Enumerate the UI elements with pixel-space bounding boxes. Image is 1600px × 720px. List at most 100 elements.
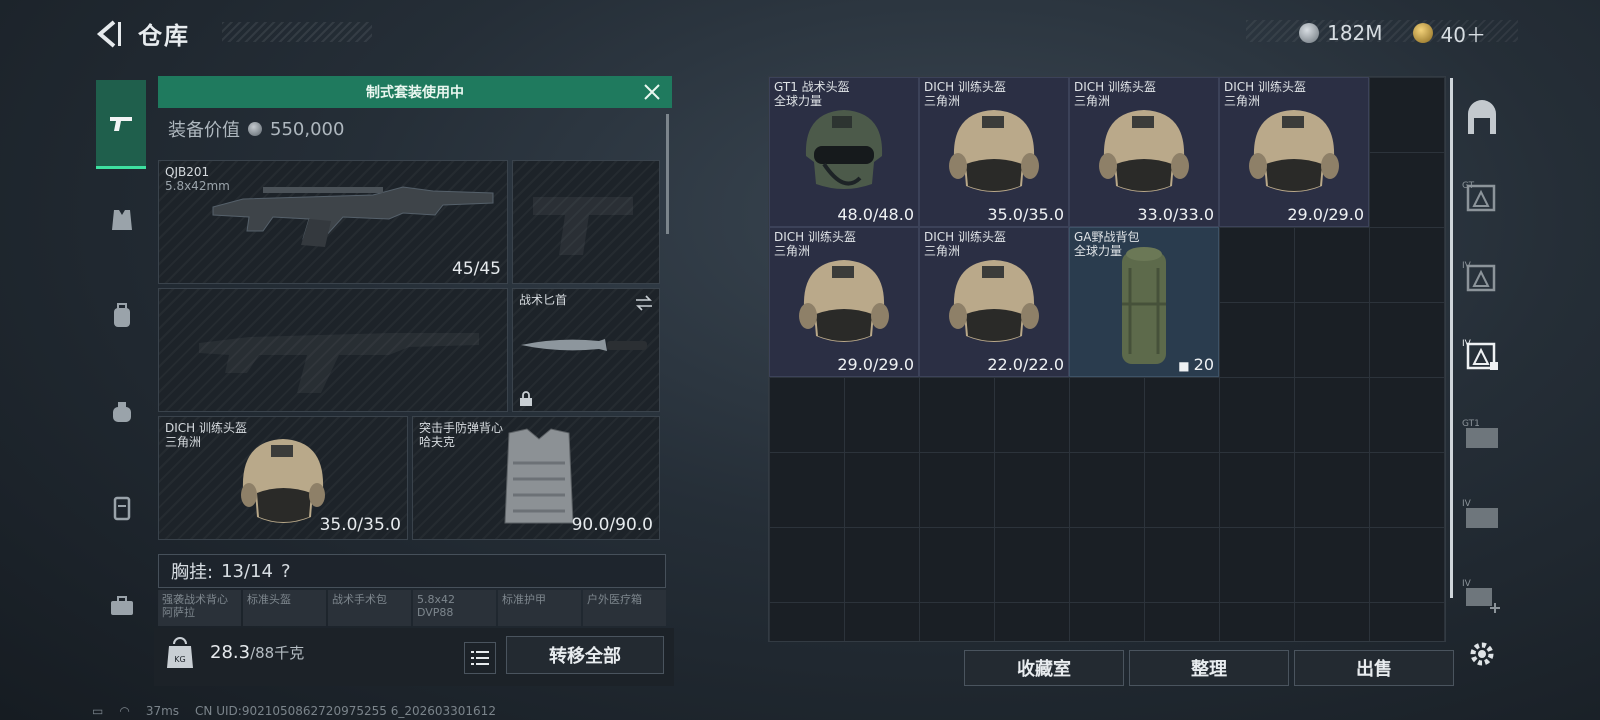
pistol-icon — [110, 117, 132, 131]
chest-rig-row[interactable]: 胸挂: 13/14 ? — [158, 554, 666, 588]
subslot[interactable]: 户外医疗箱 — [583, 590, 666, 626]
backpack-icon — [114, 303, 130, 327]
stash-item-helmet[interactable]: DICH 训练头盔 三角洲 29.0/29.0 — [769, 227, 919, 377]
token-amount[interactable]: 40＋ — [1441, 19, 1486, 48]
rail-weapons[interactable] — [96, 80, 146, 169]
rifle-placeholder-icon — [199, 333, 479, 393]
subslot[interactable]: 战术手术包 — [328, 590, 411, 626]
close-icon[interactable] — [642, 82, 662, 102]
knife-name: 战术匕首 — [519, 293, 568, 307]
tier-iv-add-icon[interactable]: IV — [1460, 574, 1504, 618]
stash-item-helmet[interactable]: DICH 训练头盔 三角洲 33.0/33.0 — [1069, 77, 1219, 227]
subslot-line1: 战术手术包 — [332, 593, 387, 606]
armor-slot[interactable]: 突击手防弹背心 哈夫克 90.0/90.0 — [412, 416, 660, 540]
chest-rig-subslots: 强袭战术背心 阿萨拉 标准头盔 战术手术包 5.8x42 DVP88 标准护甲 户外… — [158, 590, 666, 626]
item-name: DICH 训练头盔 — [924, 230, 1006, 244]
tactical-helmet-icon — [805, 110, 883, 189]
transfer-all-button[interactable]: 转移全部 — [506, 636, 664, 674]
armor-name: 突击手防弹背心 — [419, 421, 504, 435]
body-armor-icon — [504, 428, 574, 524]
stash-item-helmet[interactable]: DICH 训练头盔 三角洲 29.0/29.0 — [1219, 77, 1369, 227]
stash-item-backpack[interactable]: GA野战背包 全球力量 ■ 20 — [1069, 227, 1219, 377]
weight-bag-icon: KG — [167, 637, 193, 668]
value-label: 装备价值 — [168, 120, 240, 141]
item-brand: 三角洲 — [924, 94, 961, 108]
money-amount: 182M — [1327, 21, 1383, 45]
item-durability: 29.0/29.0 — [837, 355, 914, 374]
pistol-placeholder-icon — [533, 197, 633, 255]
subslot-line1: 户外医疗箱 — [587, 593, 642, 606]
rail-chest-rig[interactable] — [98, 196, 146, 244]
gt1-rack-icon[interactable]: GT1 — [1460, 414, 1504, 458]
help-icon[interactable]: ? — [281, 561, 291, 582]
item-label: DICH 训练头盔 三角洲 — [1224, 80, 1306, 108]
tier-iv-container-icon[interactable]: IV — [1460, 256, 1504, 300]
item-brand: 全球力量 — [774, 94, 823, 108]
warehouse-icon[interactable] — [1460, 96, 1504, 140]
item-durability: 48.0/48.0 — [837, 205, 914, 224]
rail-backpack[interactable] — [98, 292, 146, 340]
svg-text:IV: IV — [1462, 579, 1472, 589]
secondary-weapon-slot[interactable] — [158, 288, 508, 412]
item-art — [794, 254, 894, 354]
helmet-durability: 35.0/35.0 — [319, 515, 401, 535]
item-label: GA野战背包 全球力量 — [1074, 230, 1140, 258]
pouch-icon — [113, 402, 131, 422]
item-name: DICH 训练头盔 — [1074, 80, 1156, 94]
stash-grid: GT1 战术头盔 全球力量 48.0/48.0 DICH 训练头盔 三角洲 35.0/35… — [768, 76, 1446, 642]
svg-text:IV: IV — [1462, 499, 1472, 509]
helmet-icon — [1249, 110, 1339, 192]
subslot[interactable]: 5.8x42 DVP88 — [413, 590, 496, 626]
backpack-icon — [1122, 247, 1166, 364]
swap-icon[interactable] — [635, 295, 653, 311]
list-view-button[interactable] — [464, 642, 496, 674]
rail-pouch[interactable] — [98, 388, 146, 436]
stash-scrollbar[interactable] — [1450, 78, 1453, 598]
helmet-icon — [241, 439, 325, 523]
sidearm-slot[interactable] — [512, 160, 660, 284]
tier-iv-rack-icon[interactable]: IV — [1460, 494, 1504, 538]
gear-icon[interactable] — [1466, 638, 1498, 670]
title-decoration — [222, 22, 372, 42]
capacity-icon: ■ — [1178, 359, 1190, 373]
stash-item-helmet[interactable]: DICH 训练头盔 三角洲 35.0/35.0 — [919, 77, 1069, 227]
page-title: 仓库 — [138, 22, 190, 50]
stash-item-helmet[interactable]: DICH 训练头盔 三角洲 22.0/22.0 — [919, 227, 1069, 377]
helmet-slot[interactable]: DICH 训练头盔 三角洲 35.0/35.0 — [158, 416, 408, 540]
rail-toolbox[interactable] — [98, 582, 146, 630]
subslot-line1: 标准头盔 — [247, 593, 291, 606]
lock-icon — [520, 391, 532, 406]
item-brand: 三角洲 — [924, 244, 961, 258]
sell-button[interactable]: 出售 — [1294, 650, 1454, 686]
tier-iv-container-selected-icon[interactable]: IV — [1460, 334, 1504, 378]
collection-room-button[interactable]: 收藏室 — [964, 650, 1124, 686]
sort-button[interactable]: 整理 — [1129, 650, 1289, 686]
panel-scrollbar[interactable] — [666, 114, 669, 234]
gt1-container-icon[interactable]: GT — [1460, 176, 1504, 220]
svg-text:KG: KG — [174, 655, 185, 664]
weight-readout: 28.3/88千克 — [210, 642, 304, 663]
item-name: DICH 训练头盔 — [924, 80, 1006, 94]
item-brand: 三角洲 — [1074, 94, 1111, 108]
item-art — [944, 104, 1044, 204]
back-arrow-icon[interactable] — [92, 18, 124, 50]
subslot[interactable]: 标准护甲 — [498, 590, 581, 626]
item-art — [1244, 104, 1344, 204]
subslot[interactable]: 标准头盔 — [243, 590, 326, 626]
equipment-value: 装备价值 550,000 — [168, 116, 344, 142]
rail-case[interactable] — [98, 484, 146, 532]
toolbox-icon — [111, 596, 133, 615]
primary-weapon-slot[interactable]: QJB201 5.8x42mm 45/45 — [158, 160, 508, 284]
uid: CN UID:9021050862720975255 6_20260330161… — [195, 704, 496, 718]
item-durability: 22.0/22.0 — [987, 355, 1064, 374]
stash-item-helmet[interactable]: GT1 战术头盔 全球力量 48.0/48.0 — [769, 77, 919, 227]
item-name: GA野战背包 — [1074, 230, 1140, 244]
wifi-icon: ◠ — [119, 704, 130, 718]
knife-icon — [521, 339, 647, 351]
subslot-line2: DVP88 — [417, 606, 454, 619]
subslot[interactable]: 强袭战术背心 阿萨拉 — [158, 590, 241, 626]
svg-text:GT1: GT1 — [1462, 419, 1480, 429]
melee-slot[interactable]: 战术匕首 — [512, 288, 660, 412]
list-icon — [471, 651, 489, 665]
item-durability: 35.0/35.0 — [987, 205, 1064, 224]
